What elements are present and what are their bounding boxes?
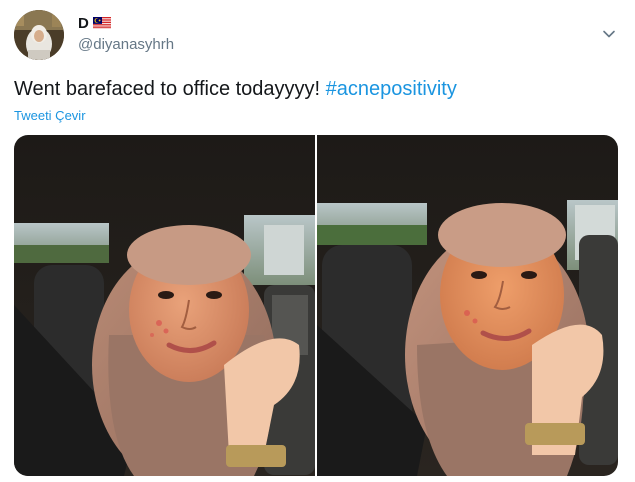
- photo-right[interactable]: [317, 135, 618, 476]
- name-row: D: [78, 13, 174, 33]
- malaysia-flag-icon: [92, 17, 111, 29]
- display-name[interactable]: D: [78, 15, 89, 32]
- media-grid: [14, 135, 618, 476]
- translate-tweet-link[interactable]: Tweeti Çevir: [14, 108, 86, 123]
- user-info[interactable]: D @diyanasyhrh: [78, 13, 174, 54]
- tweet-card[interactable]: D @diyanasyhrh Went barefaced to office …: [0, 0, 635, 482]
- avatar-image: [14, 10, 64, 60]
- tweet-text-body: Went barefaced to office todayyyy!: [14, 78, 326, 100]
- avatar[interactable]: [14, 10, 64, 60]
- chevron-down-icon[interactable]: [601, 26, 617, 42]
- photo-left[interactable]: [14, 135, 315, 476]
- user-handle[interactable]: @diyanasyhrh: [78, 36, 174, 53]
- hashtag-link[interactable]: #acnepositivity: [326, 78, 457, 100]
- tweet-text: Went barefaced to office todayyyy! #acne…: [14, 77, 457, 101]
